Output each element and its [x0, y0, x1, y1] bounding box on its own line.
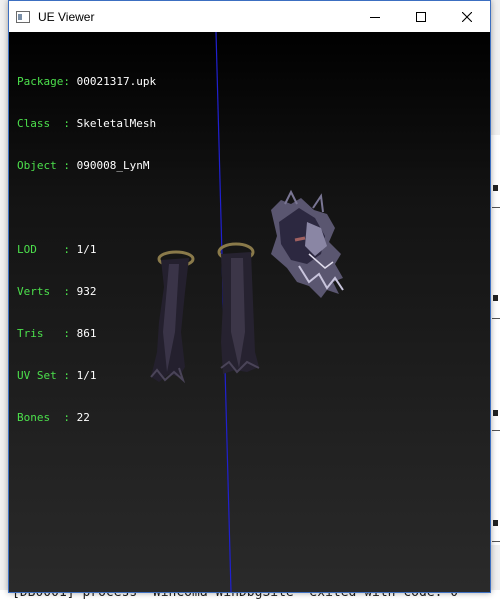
app-icon	[16, 10, 30, 23]
3d-viewport[interactable]: Package: 00021317.upk Class : SkeletalMe…	[9, 32, 490, 592]
left-sleeve-mesh	[150, 250, 195, 384]
maximize-icon	[416, 11, 426, 22]
title-bar[interactable]: UE Viewer	[9, 1, 490, 32]
right-sleeve-mesh	[217, 242, 260, 374]
maximize-button[interactable]	[398, 1, 444, 32]
helm-mesh	[271, 189, 344, 298]
close-icon	[462, 11, 472, 22]
minimize-icon	[370, 16, 380, 18]
skeletal-mesh-model	[150, 189, 344, 384]
window-title: UE Viewer	[38, 9, 95, 24]
minimize-button[interactable]	[352, 1, 398, 32]
ue-viewer-window[interactable]: UE Viewer Package: 00021317.upk Class : …	[8, 0, 491, 593]
close-button[interactable]	[444, 1, 490, 32]
